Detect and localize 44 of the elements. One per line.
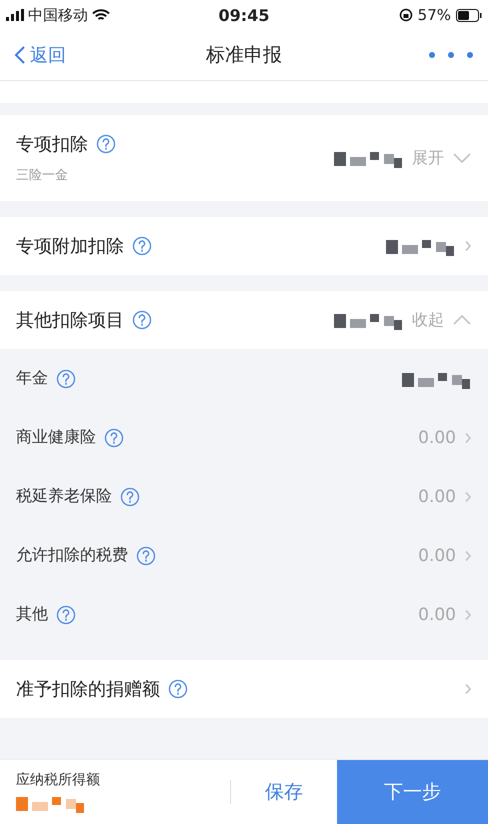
help-icon[interactable] xyxy=(168,679,188,699)
back-chevron-icon xyxy=(14,45,26,65)
back-button[interactable]: 返回 xyxy=(14,43,66,67)
rotation-lock-icon xyxy=(398,8,413,22)
help-icon[interactable] xyxy=(96,134,116,154)
help-icon[interactable] xyxy=(132,310,152,330)
carrier-text: 中国移动 xyxy=(28,6,88,24)
amount-text: 0.00 xyxy=(418,428,456,448)
chevron-right-icon xyxy=(464,432,472,444)
battery-icon xyxy=(456,8,482,22)
clock-text: 09:45 xyxy=(218,6,270,24)
section-title: 专项扣除 xyxy=(16,133,88,156)
page-title: 标准申报 xyxy=(206,43,282,68)
toggle-link[interactable]: 展开 xyxy=(412,148,444,168)
help-icon[interactable] xyxy=(136,546,156,566)
help-icon[interactable] xyxy=(56,604,76,624)
section-subtitle: 三险一金 xyxy=(16,167,69,184)
toggle-link[interactable]: 收起 xyxy=(412,310,444,330)
chevron-right-icon xyxy=(464,240,472,252)
amount-text: 0.00 xyxy=(418,604,456,624)
chevron-right-icon xyxy=(464,608,472,620)
help-icon[interactable] xyxy=(104,428,124,448)
amount-text: 0.00 xyxy=(418,546,456,566)
next-step-button[interactable]: 下一步 xyxy=(337,760,488,824)
chevron-right-icon xyxy=(464,683,472,695)
section-title: 准予扣除的捐赠额 xyxy=(16,678,160,701)
help-icon[interactable] xyxy=(132,236,152,256)
taxable-income-label: 应纳税所得额 xyxy=(16,771,101,789)
item-label: 商业健康险 xyxy=(16,427,96,448)
chevron-right-icon xyxy=(464,550,472,562)
section-title: 其他扣除项目 xyxy=(16,309,124,332)
more-icon[interactable] xyxy=(428,51,474,59)
item-label: 税延养老保险 xyxy=(16,486,112,507)
help-icon[interactable] xyxy=(120,486,140,506)
chevron-right-icon xyxy=(464,490,472,502)
help-icon[interactable] xyxy=(56,368,76,388)
amount-text: 0.00 xyxy=(418,486,456,506)
wifi-icon xyxy=(92,8,110,22)
item-label: 允许扣除的税费 xyxy=(16,545,128,566)
battery-text: 57% xyxy=(418,6,451,24)
item-label: 其他 xyxy=(16,604,48,625)
signal-icon xyxy=(6,9,24,21)
item-label: 年金 xyxy=(16,368,48,389)
section-title: 专项附加扣除 xyxy=(16,235,124,258)
